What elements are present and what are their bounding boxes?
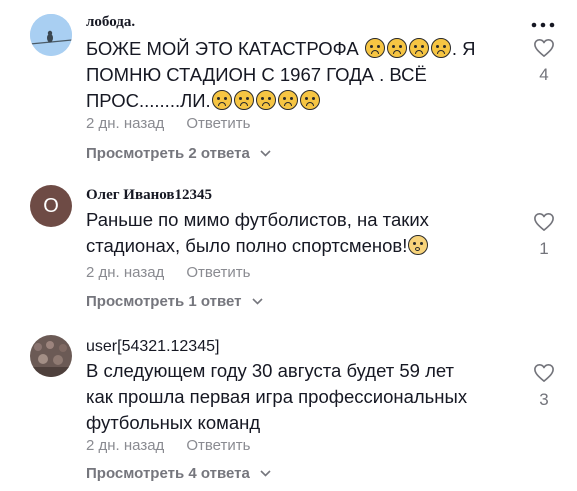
view-replies-label: Просмотреть 1 ответ <box>86 293 242 310</box>
comment-text-part: БОЖЕ МОЙ ЭТО КАТАСТРОФА <box>86 38 364 59</box>
sad-face-emoji <box>386 38 407 58</box>
sad-face-emoji <box>277 90 298 110</box>
comment-time: 2 дн. назад <box>86 115 165 132</box>
comment-meta: 2 дн. назад Ответить <box>86 264 250 281</box>
comment-text: Раньше по мимо футболистов, на таких ста… <box>86 207 486 259</box>
sad-face-emoji <box>408 38 429 58</box>
comment-3: user[54321.12345] В следующем году 30 ав… <box>0 320 577 491</box>
sad-face-emoji <box>364 38 385 58</box>
view-replies-label: Просмотреть 4 ответа <box>86 465 250 482</box>
like-count: 1 <box>539 239 549 258</box>
comment-text-part: Раньше по мимо футболистов, на таких ста… <box>86 209 429 256</box>
reply-button[interactable]: Ответить <box>186 264 250 281</box>
comment-time: 2 дн. назад <box>86 437 165 454</box>
view-replies-button[interactable]: Просмотреть 4 ответа <box>86 465 271 482</box>
heart-outline-icon <box>534 364 554 382</box>
comment-meta: 2 дн. назад Ответить <box>86 115 250 132</box>
comment-2: О Олег Иванов12345 Раньше по мимо футбол… <box>0 170 577 320</box>
avatar-letter: О <box>43 194 59 217</box>
avatar[interactable]: О <box>30 185 72 227</box>
crowd-avatar-image <box>30 335 72 377</box>
more-dots-icon[interactable] <box>530 20 556 30</box>
sad-face-emoji <box>299 90 320 110</box>
sad-face-emoji <box>430 38 451 58</box>
reply-button[interactable]: Ответить <box>186 437 250 454</box>
sad-face-emoji <box>255 90 276 110</box>
reply-button[interactable]: Ответить <box>186 115 250 132</box>
comment-text: В следующем году 30 августа будет 59 лет… <box>86 360 468 433</box>
bird-avatar-image <box>30 14 72 56</box>
like-button[interactable]: 3 <box>530 363 558 410</box>
like-button[interactable]: 4 <box>530 38 558 85</box>
comment-author[interactable]: лобода. <box>86 14 135 31</box>
chevron-down-icon <box>252 298 263 305</box>
heart-outline-icon <box>534 39 554 57</box>
heart-outline-icon <box>534 213 554 231</box>
avatar[interactable] <box>30 14 72 56</box>
sad-face-emoji <box>211 90 232 110</box>
avatar[interactable] <box>30 335 72 377</box>
comment-author[interactable]: Олег Иванов12345 <box>86 187 212 204</box>
sad-face-emoji <box>233 90 254 110</box>
view-replies-button[interactable]: Просмотреть 1 ответ <box>86 293 263 310</box>
chevron-down-icon <box>260 150 271 157</box>
like-button[interactable]: 1 <box>530 212 558 259</box>
like-count: 3 <box>539 390 549 409</box>
view-replies-button[interactable]: Просмотреть 2 ответа <box>86 145 271 162</box>
comment-author[interactable]: user[54321.12345] <box>86 338 219 356</box>
chevron-down-icon <box>260 470 271 477</box>
comment-meta: 2 дн. назад Ответить <box>86 437 250 454</box>
comment-1: лобода. БОЖЕ МОЙ ЭТО КАТАСТРОФА . Я ПОМН… <box>0 0 577 170</box>
like-count: 4 <box>539 65 549 84</box>
view-replies-label: Просмотреть 2 ответа <box>86 145 250 162</box>
flushed-face-emoji <box>408 235 429 255</box>
comment-text: БОЖЕ МОЙ ЭТО КАТАСТРОФА . Я ПОМНЮ СТАДИО… <box>86 36 486 114</box>
comment-time: 2 дн. назад <box>86 264 165 281</box>
